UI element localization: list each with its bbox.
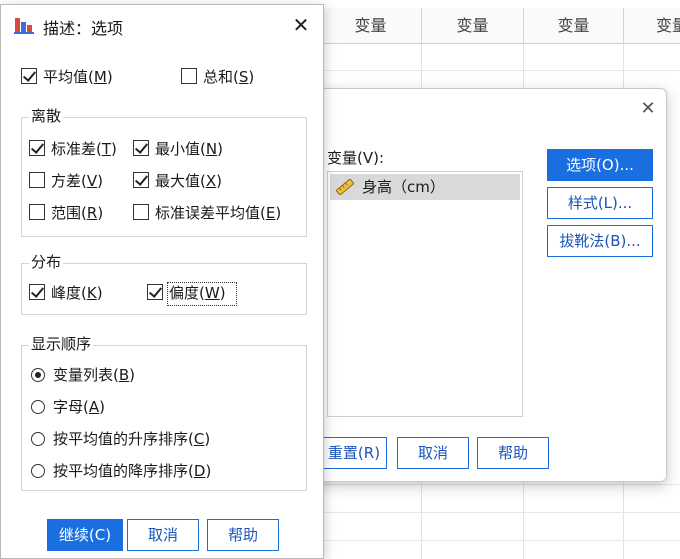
grid-line [320,512,680,513]
column-header[interactable]: 变量 [624,8,680,44]
grid-line [320,540,680,541]
column-header[interactable]: 变量 [320,8,422,44]
dialog-title: 描述：选项 [43,19,124,38]
options-dialog: 描述：选项 ✕ 平均值(M) 总和(S) 离散 标准差(T) 最小值(N) 方差… [0,4,324,559]
variables-label: 变量(V): [327,149,385,167]
close-icon[interactable]: ✕ [289,13,313,37]
descriptives-dialog: ✕ 变量(V): 身高（cm） 选项(O)... 样式(L)... 拔靴法(B)… [300,88,667,482]
checkbox-box[interactable] [21,68,37,84]
grid-line [320,484,680,485]
group-title: 离散 [29,105,64,126]
help-button[interactable]: 帮助 [207,519,279,551]
spss-app-icon [13,15,35,35]
focus-indicator [167,282,237,306]
checkbox-box[interactable] [181,68,197,84]
help-button[interactable]: 帮助 [477,437,549,469]
variables-list[interactable]: 身高（cm） [327,171,523,417]
grid-line [320,70,680,71]
group-title: 分布 [29,251,64,272]
continue-button[interactable]: 继续(C) [47,519,123,551]
options-button[interactable]: 选项(O)... [547,149,653,181]
column-header[interactable]: 变量 [524,8,624,44]
style-button[interactable]: 样式(L)... [547,187,653,219]
title-bar[interactable]: 描述：选项 ✕ [1,5,323,45]
cancel-button[interactable]: 取消 [127,519,199,551]
column-header[interactable]: 变量 [422,8,524,44]
variable-name: 身高（cm） [362,178,445,196]
close-icon[interactable]: ✕ [636,97,660,121]
reset-button[interactable]: 重置(R) [321,437,387,469]
cancel-button[interactable]: 取消 [397,437,469,469]
list-item[interactable]: 身高（cm） [330,174,520,200]
bootstrap-button[interactable]: 拔靴法(B)... [547,225,653,257]
ruler-icon [336,179,354,195]
group-title: 显示顺序 [29,333,94,354]
